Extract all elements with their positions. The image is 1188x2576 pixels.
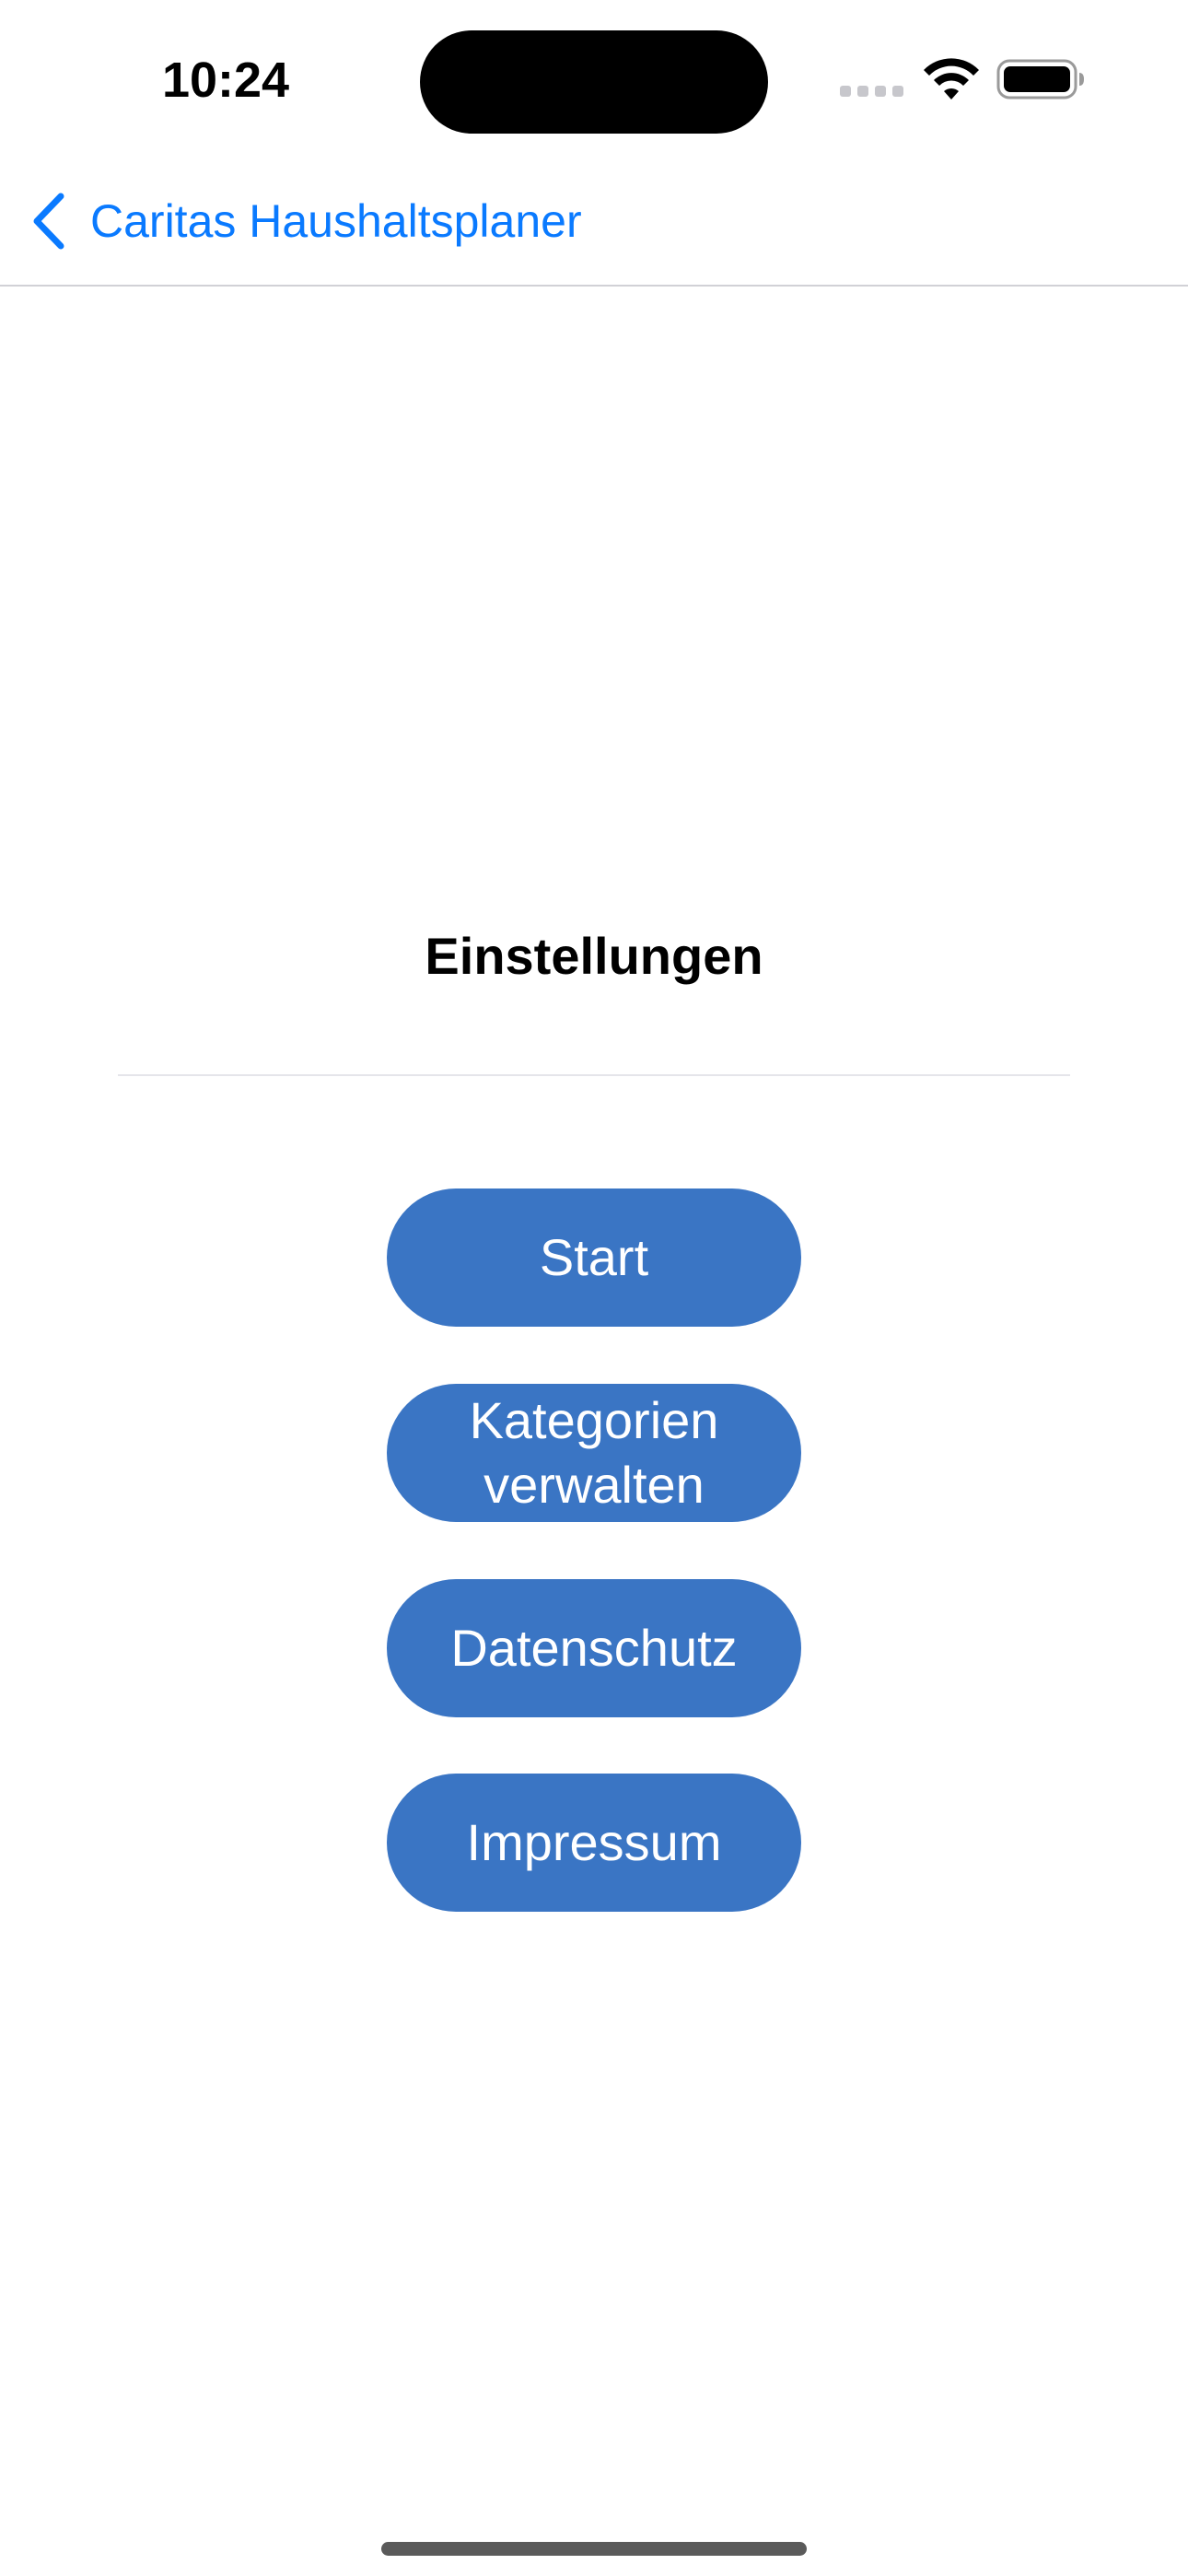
manage-categories-label: Kategorien verwalten [470,1388,719,1517]
manage-categories-label-line1: Kategorien [469,1391,719,1449]
status-bar: 10:24 [0,0,1188,157]
start-button-label: Start [539,1228,649,1286]
home-indicator[interactable] [381,2542,807,2556]
chevron-left-icon [33,193,64,250]
title-divider [118,1074,1070,1076]
status-time: 10:24 [161,53,290,108]
privacy-button-label: Datenschutz [450,1619,738,1677]
back-button-label: Caritas Haushaltsplaner [90,195,582,247]
imprint-button-label: Impressum [466,1813,722,1871]
manage-categories-label-line2: verwalten [483,1456,705,1514]
start-button[interactable]: Start [387,1188,801,1327]
battery-icon [996,59,1084,100]
page-title: Einstellungen [425,927,763,985]
manage-categories-button[interactable]: Kategorien verwalten [387,1384,801,1522]
settings-screen: 10:24 Caritas Haushaltsplaner Einstellun… [0,0,1188,2576]
dynamic-island [420,30,768,134]
wifi-icon [924,58,979,100]
imprint-button[interactable]: Impressum [387,1774,801,1912]
back-button[interactable]: Caritas Haushaltsplaner [28,184,582,258]
cellular-signal-icon [840,86,904,99]
navigation-bar: Caritas Haushaltsplaner [0,157,1188,287]
privacy-button[interactable]: Datenschutz [387,1579,801,1717]
